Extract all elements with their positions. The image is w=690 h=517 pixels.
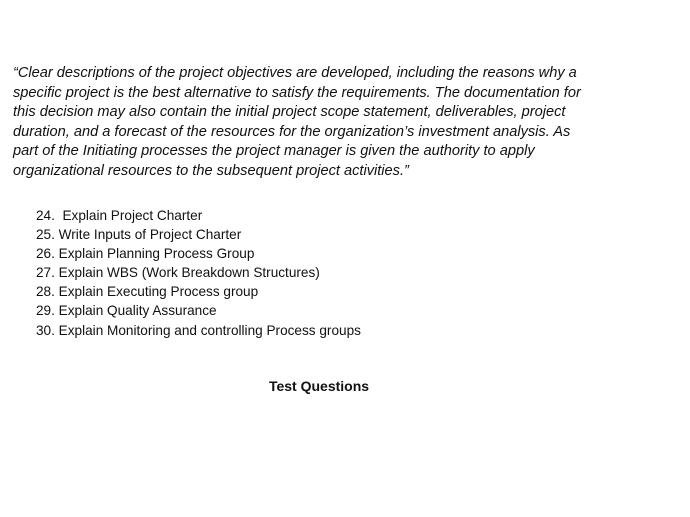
- section-heading: Test Questions: [268, 378, 370, 394]
- list-item: 30. Explain Monitoring and controlling P…: [36, 322, 361, 338]
- list-item: 26. Explain Planning Process Group: [36, 246, 255, 262]
- question-list: 24. Explain Project Charter 25. Write In…: [36, 206, 361, 340]
- list-item: 28. Explain Executing Process group: [36, 284, 259, 300]
- list-item: 29. Explain Quality Assurance: [36, 303, 217, 319]
- list-item: 24. Explain Project Charter: [36, 208, 203, 223]
- list-item: 25. Write Inputs of Project Charter: [36, 227, 242, 243]
- quoted-paragraph: “Clear descriptions of the project objec…: [13, 65, 581, 179]
- document-page: “Clear descriptions of the project objec…: [0, 0, 690, 517]
- list-item: 27. Explain WBS (Work Breakdown Structur…: [36, 265, 320, 281]
